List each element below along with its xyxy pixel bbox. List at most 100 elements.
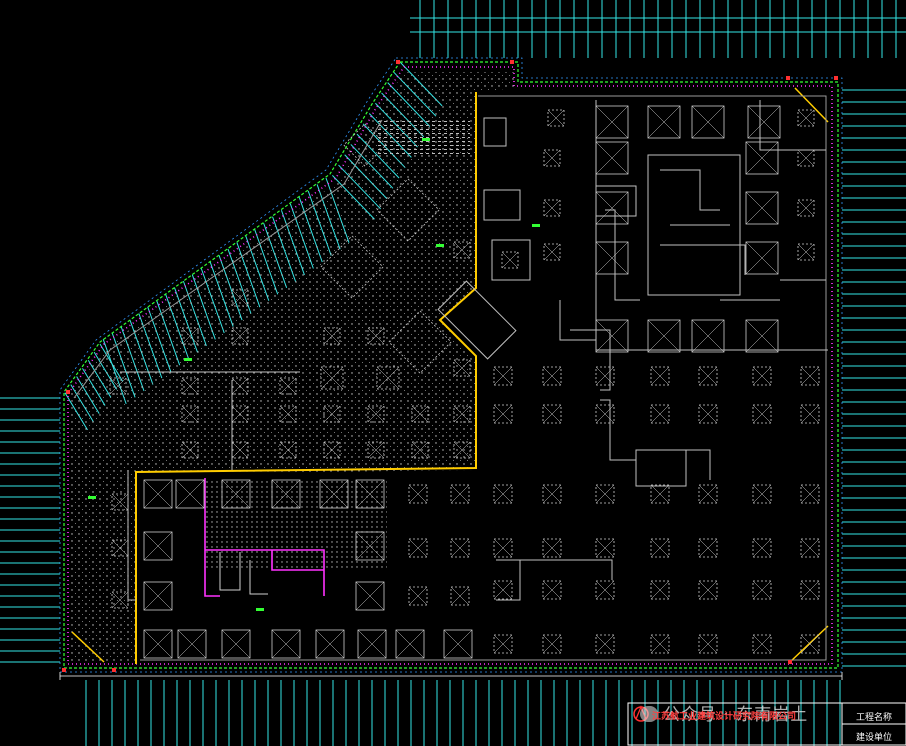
column-cap [797,243,815,261]
column-cap [650,634,670,654]
column-cap [595,634,615,654]
column-cap [542,580,562,600]
column-cap [698,634,718,654]
axis-marker [62,668,66,672]
axis-marker [786,76,790,80]
column-cap [408,484,428,504]
column-cap [698,538,718,558]
column-cap [493,634,513,654]
column-cap [595,241,629,275]
axis-marker [834,76,838,80]
column-cap [595,580,615,600]
column-cap [650,538,670,558]
column-cap [143,629,173,659]
column-cap [595,105,629,139]
column-cap [493,404,513,424]
column-cap [450,538,470,558]
column-cap [443,629,473,659]
column-cap [143,531,173,561]
column-cap [143,479,173,509]
column-cap [493,580,513,600]
column-cap [542,484,562,504]
anchor-lines-east [842,89,906,667]
column-cap [752,580,772,600]
column-cap [797,109,815,127]
column-cap [650,580,670,600]
column-cap [408,538,428,558]
column-cap [752,634,772,654]
column-cap [595,484,615,504]
column-cap [752,484,772,504]
column-cap [745,319,779,353]
column-cap [698,366,718,386]
column-cap [800,484,820,504]
column-cap [797,149,815,167]
column-cap [745,141,779,175]
client-label: 建设单位 [856,733,893,743]
column-cap [143,581,173,611]
column-cap [355,581,385,611]
axis-marker [396,60,400,64]
column-cap [175,479,205,509]
column-cap [542,404,562,424]
company-name: 江苏航工业建筑设计研究院有限公司 [652,712,797,722]
column-cap [698,580,718,600]
column-cap [595,366,615,386]
column-cap [752,404,772,424]
top-gridline-band [410,0,906,58]
column-cap [747,105,781,139]
floor-plan-drawing [0,0,906,746]
hatched-stair-strip [378,118,470,156]
column-cap [595,404,615,424]
column-cap [315,629,345,659]
column-cap [493,366,513,386]
column-cap [745,191,779,225]
column-cap [395,629,425,659]
column-cap [800,404,820,424]
column-cap [542,366,562,386]
column-cap [752,538,772,558]
column-cap [800,366,820,386]
project-name-label: 工程名称 [856,713,893,723]
column-cap [501,251,519,269]
magenta-zone [204,478,387,597]
column-cap [493,538,513,558]
column-cap [650,404,670,424]
column-cap [800,538,820,558]
column-cap [797,199,815,217]
column-cap [543,199,561,217]
anchor-lines-west [0,397,60,663]
column-cap [493,484,513,504]
column-cap [543,243,561,261]
column-cap [177,629,207,659]
column-cap [450,484,470,504]
column-cap [698,404,718,424]
column-cap [800,634,820,654]
column-cap [408,586,428,606]
column-cap [543,149,561,167]
column-cap [547,109,565,127]
column-cap [450,586,470,606]
column-cap [691,105,725,139]
dimension-lines [59,672,843,680]
column-cap [221,629,251,659]
column-cap [357,629,387,659]
column-cap [650,484,670,504]
column-cap [800,580,820,600]
axis-marker [510,60,514,64]
axis-marker [788,660,792,664]
axis-marker [112,668,116,672]
column-cap [595,191,629,225]
column-cap [745,241,779,275]
column-cap [542,538,562,558]
column-cap [752,366,772,386]
column-cap [691,319,725,353]
column-cap [647,105,681,139]
column-cap [595,538,615,558]
axis-marker [66,390,70,394]
column-cap [647,319,681,353]
column-cap [698,484,718,504]
column-cap [595,319,629,353]
column-cap [595,141,629,175]
column-cap [271,629,301,659]
